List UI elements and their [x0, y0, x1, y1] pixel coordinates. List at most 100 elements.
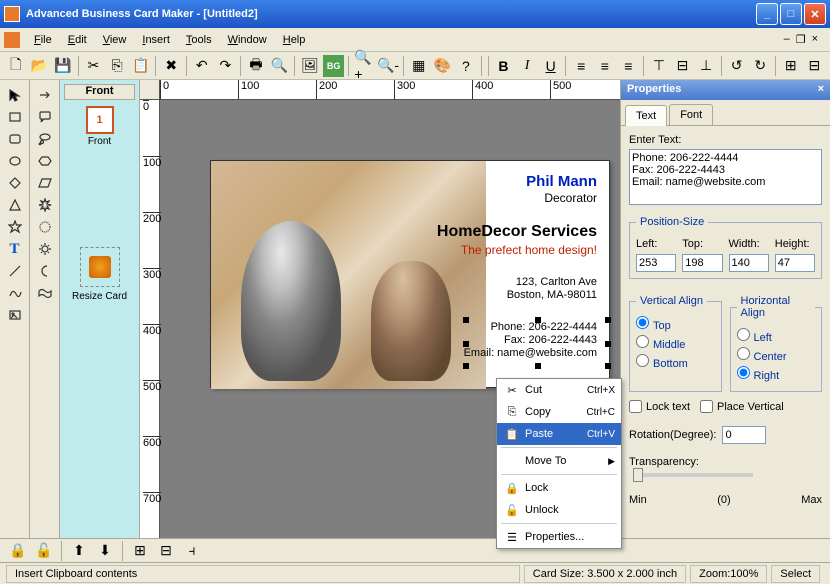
save-button[interactable]: 💾 [52, 55, 74, 77]
rotation-input[interactable] [722, 426, 766, 444]
width-input[interactable] [729, 254, 769, 272]
grid-button[interactable]: ▦ [408, 55, 430, 77]
group-icon[interactable]: ⊞ [129, 540, 151, 562]
rotate-right-button[interactable]: ↻ [749, 55, 771, 77]
menu-help[interactable]: Help [275, 31, 314, 49]
line-tool[interactable] [5, 262, 25, 280]
card-addr2[interactable]: Boston, MA-98011 [507, 289, 597, 301]
card-phone[interactable]: Phone: 206-222-4444 [491, 321, 597, 333]
card-company[interactable]: HomeDecor Services [437, 223, 597, 241]
selection-handle[interactable] [463, 341, 469, 347]
valign-bot-button[interactable]: ⊥ [695, 55, 717, 77]
align-center-button[interactable]: ≡ [594, 55, 616, 77]
ellipse-tool[interactable] [5, 152, 25, 170]
redo-button[interactable]: ↷ [215, 55, 237, 77]
preview-button[interactable]: 🔍 [269, 55, 291, 77]
selection-handle[interactable] [535, 363, 541, 369]
card-fax[interactable]: Fax: 206-222-4443 [504, 334, 597, 346]
selection-handle[interactable] [605, 341, 611, 347]
valign-middle[interactable]: Middle [636, 335, 715, 351]
paste-button[interactable]: 📋 [130, 55, 152, 77]
halign-right[interactable]: Right [737, 366, 816, 382]
height-input[interactable] [775, 254, 815, 272]
maximize-button[interactable]: □ [780, 3, 802, 25]
ctx-paste[interactable]: 📋PasteCtrl+V [497, 423, 621, 445]
tab-text[interactable]: Text [625, 105, 667, 126]
card-tagline[interactable]: The prefect home design! [461, 243, 597, 257]
menu-edit[interactable]: Edit [60, 31, 95, 49]
arrow-tool[interactable] [35, 86, 55, 104]
pointer-tool[interactable] [5, 86, 25, 104]
valign-mid-button[interactable]: ⊟ [672, 55, 694, 77]
selection-handle[interactable] [605, 363, 611, 369]
ctx-unlock[interactable]: 🔓Unlock [497, 499, 621, 521]
cut-button[interactable]: ✂ [83, 55, 105, 77]
card-addr1[interactable]: 123, Carlton Ave [516, 276, 597, 288]
text-input[interactable] [629, 149, 822, 205]
rect-tool[interactable] [5, 108, 25, 126]
align-icon[interactable]: ⫞ [181, 540, 203, 562]
callout-tool[interactable] [35, 108, 55, 126]
selection-handle[interactable] [463, 317, 469, 323]
close-button[interactable]: ✕ [804, 3, 826, 25]
transparency-slider[interactable] [633, 473, 753, 477]
star-tool[interactable] [5, 218, 25, 236]
parallelogram-tool[interactable] [35, 174, 55, 192]
rotate-left-button[interactable]: ↺ [726, 55, 748, 77]
align-right-button[interactable]: ≡ [618, 55, 640, 77]
bg-button[interactable]: BG [323, 55, 345, 77]
resize-card-button[interactable] [80, 247, 120, 287]
props-close-icon[interactable]: × [818, 83, 824, 97]
unlock-icon[interactable]: 🔓 [33, 540, 55, 562]
sun-tool[interactable] [35, 240, 55, 258]
card-role[interactable]: Decorator [544, 191, 597, 205]
new-button[interactable]: 🗋 [5, 55, 27, 77]
menu-tools[interactable]: Tools [178, 31, 220, 49]
menu-file[interactable]: File [26, 31, 60, 49]
open-button[interactable]: 📂 [29, 55, 51, 77]
card-front-thumb[interactable]: 1 [86, 106, 114, 134]
align-left-button[interactable]: ≡ [570, 55, 592, 77]
zoomout-button[interactable]: 🔍- [377, 55, 399, 77]
thought-tool[interactable] [35, 130, 55, 148]
tab-font[interactable]: Font [669, 104, 713, 125]
halign-left[interactable]: Left [737, 328, 816, 344]
delete-button[interactable]: ✖ [160, 55, 182, 77]
triangle-tool[interactable] [5, 196, 25, 214]
mdi-restore-icon[interactable]: ❐ [796, 33, 806, 46]
group-button[interactable]: ⊞ [780, 55, 802, 77]
underline-button[interactable]: U [540, 55, 562, 77]
help-button[interactable]: ? [455, 55, 477, 77]
wave-tool[interactable] [35, 284, 55, 302]
valign-bottom[interactable]: Bottom [636, 354, 715, 370]
mdi-minimize-icon[interactable]: – [784, 33, 790, 46]
send-back-icon[interactable]: ⬇ [94, 540, 116, 562]
ctx-lock[interactable]: 🔒Lock [497, 477, 621, 499]
image-button[interactable]: 🖼 [299, 55, 321, 77]
ungroup-button[interactable]: ⊟ [804, 55, 826, 77]
seal-tool[interactable] [35, 218, 55, 236]
ctx-cut[interactable]: ✂CutCtrl+X [497, 379, 621, 401]
copy-button[interactable]: ⎘ [106, 55, 128, 77]
roundrect-tool[interactable] [5, 130, 25, 148]
valign-top[interactable]: Top [636, 316, 715, 332]
diamond-tool[interactable] [5, 174, 25, 192]
text-tool[interactable]: T [5, 240, 25, 258]
hexagon-tool[interactable] [35, 152, 55, 170]
selection-handle[interactable] [535, 317, 541, 323]
lock-text-checkbox[interactable]: Lock text [629, 400, 690, 413]
valign-top-button[interactable]: ⊤ [648, 55, 670, 77]
left-input[interactable] [636, 254, 676, 272]
lock-icon[interactable]: 🔒 [7, 540, 29, 562]
selection-handle[interactable] [463, 363, 469, 369]
image-tool[interactable] [5, 306, 25, 324]
menu-view[interactable]: View [95, 31, 135, 49]
place-vertical-checkbox[interactable]: Place Vertical [700, 400, 784, 413]
minimize-button[interactable]: _ [756, 3, 778, 25]
print-button[interactable]: 🖶 [245, 55, 267, 77]
bold-button[interactable]: B [493, 55, 515, 77]
mdi-close-icon[interactable]: × [812, 33, 818, 46]
top-input[interactable] [682, 254, 722, 272]
ungroup-icon[interactable]: ⊟ [155, 540, 177, 562]
zoomin-button[interactable]: 🔍+ [353, 55, 375, 77]
